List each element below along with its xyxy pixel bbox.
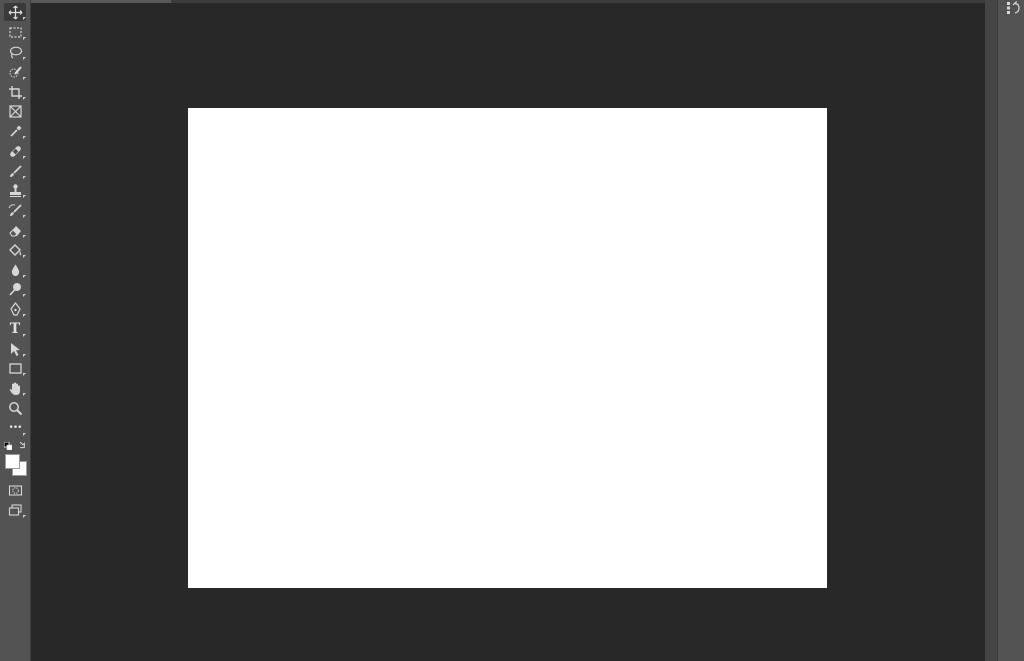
- eyedropper-tool-button[interactable]: [4, 122, 26, 140]
- screen-mode-icon: [8, 503, 22, 516]
- frame-tool-button[interactable]: [4, 102, 26, 120]
- foreground-color-swatch[interactable]: [5, 454, 20, 469]
- path-selection-tool-button[interactable]: [4, 340, 26, 358]
- eraser-icon: [8, 225, 21, 236]
- clone-stamp-tool-button[interactable]: [4, 181, 26, 199]
- color-swatches: [3, 440, 29, 480]
- paint-bucket-tool-button[interactable]: [4, 241, 26, 259]
- quick-mask-button[interactable]: [4, 481, 26, 499]
- quick-selection-tool-button[interactable]: [4, 63, 26, 81]
- dodge-tool-button[interactable]: [4, 280, 26, 298]
- collapsed-panels-strip: [997, 0, 1024, 661]
- magnifier-icon: [8, 401, 22, 415]
- blur-tool-button[interactable]: [4, 261, 26, 279]
- paint-bucket-icon: [8, 243, 21, 256]
- canvas-workspace[interactable]: [31, 3, 985, 661]
- history-panel-icon[interactable]: [1006, 1, 1020, 15]
- bandage-icon: [9, 145, 21, 157]
- drop-icon: [11, 264, 19, 276]
- frame-icon: [8, 104, 22, 118]
- type-icon: T: [9, 321, 21, 337]
- rectangle-icon: [8, 362, 22, 374]
- history-brush-icon: [8, 203, 22, 216]
- move-icon: [8, 5, 22, 19]
- eraser-tool-button[interactable]: [4, 221, 26, 239]
- document-canvas[interactable]: [188, 108, 827, 588]
- quick-selection-icon: [9, 65, 22, 77]
- brush-icon: [9, 164, 22, 177]
- move-tool-button[interactable]: [4, 3, 26, 21]
- rectangular-marquee-icon: [8, 26, 22, 38]
- rectangle-tool-button[interactable]: [4, 359, 26, 377]
- pen-icon: [9, 301, 21, 316]
- panel-gutter: [985, 0, 997, 661]
- lasso-tool-button[interactable]: [4, 43, 26, 61]
- dodge-icon: [8, 282, 21, 296]
- photoshop-window: T •••: [0, 0, 1024, 661]
- pen-tool-button[interactable]: [4, 300, 26, 318]
- healing-brush-tool-button[interactable]: [4, 142, 26, 160]
- brush-tool-button[interactable]: [4, 162, 26, 180]
- lasso-icon: [9, 46, 22, 59]
- crop-tool-button[interactable]: [4, 83, 26, 101]
- history-brush-tool-button[interactable]: [4, 201, 26, 219]
- default-colors-icon[interactable]: [4, 442, 12, 450]
- swap-colors-icon[interactable]: [17, 441, 26, 450]
- arrow-cursor-icon: [10, 342, 20, 356]
- stamp-icon: [9, 183, 21, 197]
- crop-icon: [8, 85, 22, 99]
- screen-mode-button[interactable]: [4, 501, 26, 519]
- hand-icon: [9, 382, 20, 395]
- eyedropper-icon: [9, 125, 21, 137]
- type-tool-button[interactable]: T: [4, 320, 26, 338]
- more-dots-icon: •••: [8, 422, 23, 433]
- hand-tool-button[interactable]: [4, 379, 26, 397]
- zoom-tool-button[interactable]: [4, 399, 26, 417]
- marquee-tool-button[interactable]: [4, 23, 26, 41]
- edit-toolbar-button[interactable]: •••: [4, 419, 26, 437]
- quick-mask-icon: [8, 484, 22, 496]
- tools-panel: T •••: [0, 0, 31, 661]
